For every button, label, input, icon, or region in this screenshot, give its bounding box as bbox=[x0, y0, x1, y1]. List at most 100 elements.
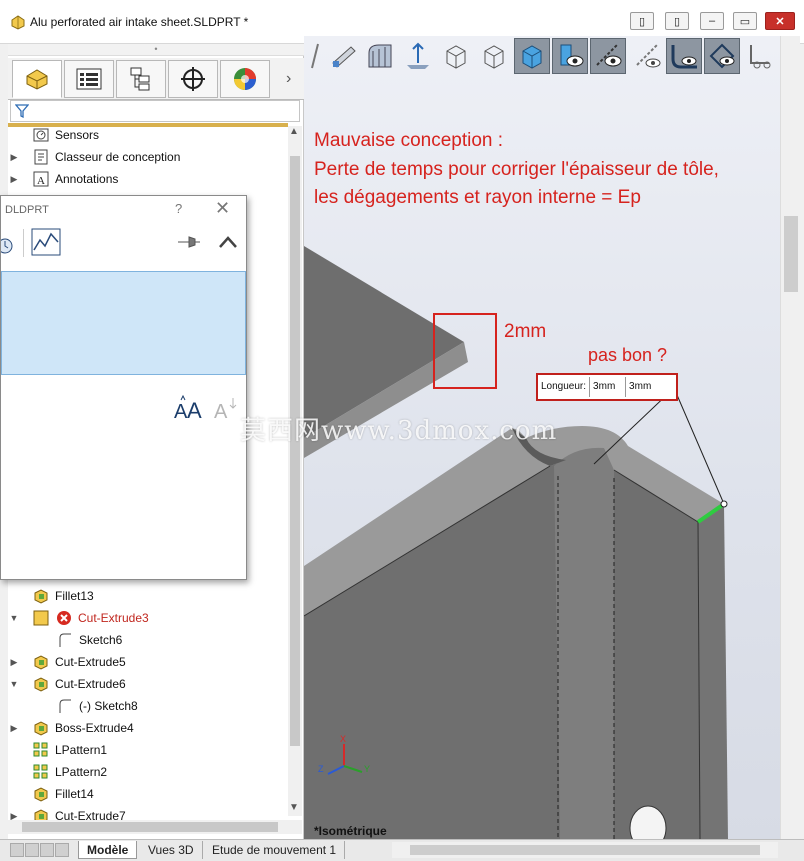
pattern-icon bbox=[32, 764, 50, 780]
expand-icon[interactable]: ▶ bbox=[8, 657, 20, 668]
viewport-vertical-scrollbar[interactable] bbox=[780, 36, 800, 839]
appearance-icon[interactable] bbox=[590, 38, 626, 74]
tree-item-label: Boss-Extrude4 bbox=[55, 721, 134, 735]
tree-filter-input[interactable] bbox=[10, 100, 300, 122]
scene-icon[interactable] bbox=[630, 38, 666, 74]
wireframe-icon[interactable] bbox=[476, 38, 512, 74]
expand-icon[interactable]: ▶ bbox=[8, 152, 20, 163]
dimension-value-1[interactable]: 3mm bbox=[590, 377, 627, 397]
panel-vertical-scrollbar[interactable]: ▲ ▼ bbox=[288, 126, 302, 816]
display-style-icon[interactable] bbox=[666, 38, 702, 74]
tree-item[interactable]: ▼ Cut-Extrude6 bbox=[8, 673, 288, 695]
tree-item-annotations[interactable]: ▶ A Annotations bbox=[8, 168, 288, 190]
tree-item-label: LPattern1 bbox=[55, 743, 108, 757]
minimize-button[interactable]: – bbox=[700, 12, 724, 30]
feature-icon bbox=[32, 720, 50, 736]
panel-grip[interactable]: • bbox=[8, 44, 304, 56]
tab-feature-manager[interactable] bbox=[12, 60, 62, 98]
previous-view-icon[interactable] bbox=[326, 38, 362, 74]
dimension-input-box[interactable]: Longueur: 3mm 3mm bbox=[536, 373, 678, 401]
panel-horizontal-scrollbar[interactable] bbox=[8, 820, 302, 834]
window-title: Alu perforated air intake sheet.SLDPRT * bbox=[30, 15, 249, 29]
section-view-icon[interactable] bbox=[362, 38, 398, 74]
chevron-up-icon[interactable] bbox=[217, 234, 239, 250]
decrease-font-icon[interactable]: A bbox=[213, 394, 243, 420]
watermark: 莫西网www.3dmox.com bbox=[240, 416, 558, 446]
dimension-value-2[interactable]: 3mm bbox=[626, 377, 654, 397]
tile-left-button[interactable]: ▯ bbox=[630, 12, 654, 30]
view-orientation-icon[interactable] bbox=[438, 38, 474, 74]
tree-item-label: Cut-Extrude6 bbox=[55, 677, 126, 691]
tree-item-label: Sketch6 bbox=[79, 633, 123, 647]
clock-icon[interactable] bbox=[1, 228, 19, 256]
scroll-thumb[interactable] bbox=[290, 156, 300, 746]
tab-property-manager[interactable] bbox=[64, 60, 114, 98]
tree-item-design-binder[interactable]: ▶ Classeur de conception bbox=[8, 146, 288, 168]
tree-item[interactable]: LPattern1 bbox=[8, 739, 288, 761]
scroll-down-icon[interactable]: ▼ bbox=[289, 802, 299, 813]
heads-up-toolbar bbox=[304, 36, 780, 76]
graph-icon[interactable] bbox=[31, 228, 61, 256]
chevron-right-icon[interactable]: › bbox=[286, 70, 291, 88]
tree-item-sensors[interactable]: Sensors bbox=[8, 124, 288, 146]
floating-dialog: DLDPRT ? ✕ A A A bbox=[0, 195, 247, 580]
expand-icon[interactable]: ▼ bbox=[8, 613, 20, 623]
tree-item[interactable]: Fillet14 bbox=[8, 783, 288, 805]
right-flange-face bbox=[698, 504, 728, 839]
sensor-icon bbox=[32, 127, 50, 143]
tree-item[interactable]: Fillet13 bbox=[8, 585, 288, 607]
tab-nav-buttons[interactable] bbox=[10, 843, 69, 857]
expand-icon[interactable]: ▶ bbox=[8, 723, 20, 734]
filter-icon bbox=[15, 104, 29, 118]
dialog-text-area[interactable] bbox=[1, 271, 246, 375]
tab-configuration-manager[interactable] bbox=[116, 60, 166, 98]
tree-item-label: LPattern2 bbox=[55, 765, 108, 779]
annotation-heading-line1: Mauvaise conception : bbox=[314, 130, 504, 151]
dialog-close-icon[interactable]: ✕ bbox=[215, 198, 230, 219]
scroll-thumb[interactable] bbox=[410, 845, 760, 855]
display-manager-icon bbox=[234, 68, 256, 90]
tile-right-button[interactable]: ▯ bbox=[665, 12, 689, 30]
tab-model[interactable]: Modèle bbox=[78, 841, 138, 859]
manager-tabs: › bbox=[8, 58, 304, 100]
tree-item[interactable]: ▶ Cut-Extrude5 bbox=[8, 651, 288, 673]
shaded-display-icon[interactable] bbox=[514, 38, 550, 74]
tree-item[interactable]: Sketch6 bbox=[8, 629, 288, 651]
hide-show-icon[interactable] bbox=[552, 38, 588, 74]
feature-icon bbox=[32, 786, 50, 802]
svg-text:A: A bbox=[187, 398, 202, 420]
scroll-thumb[interactable] bbox=[22, 822, 278, 832]
pin-icon[interactable] bbox=[177, 234, 201, 250]
crosshair-icon bbox=[181, 67, 205, 91]
maximize-button[interactable]: ▭ bbox=[733, 12, 757, 30]
scroll-up-icon[interactable]: ▲ bbox=[289, 126, 299, 137]
expand-icon[interactable]: ▶ bbox=[8, 174, 20, 185]
tree-item[interactable]: LPattern2 bbox=[8, 761, 288, 783]
tab-motion-study[interactable]: Etude de mouvement 1 bbox=[204, 841, 346, 859]
configuration-manager-icon bbox=[130, 67, 150, 91]
svg-text:X: X bbox=[340, 734, 346, 744]
tab-3d-views[interactable]: Vues 3D bbox=[140, 841, 203, 859]
tab-dimxpert-manager[interactable] bbox=[168, 60, 218, 98]
view-settings-icon[interactable] bbox=[704, 38, 740, 74]
tab-display-manager[interactable] bbox=[220, 60, 270, 98]
annotation-heading-line3: les dégagements et rayon interne = Ep bbox=[314, 187, 641, 208]
expand-icon[interactable]: ▼ bbox=[8, 679, 20, 689]
scroll-thumb[interactable] bbox=[784, 216, 798, 292]
viewport-horizontal-scrollbar[interactable] bbox=[392, 842, 778, 858]
tree-item[interactable]: ▼ Cut-Extrude3 bbox=[8, 607, 288, 629]
error-badge-icon bbox=[55, 610, 73, 626]
tree-item[interactable]: ▶ Boss-Extrude4 bbox=[8, 717, 288, 739]
increase-font-icon[interactable]: A A bbox=[173, 394, 203, 420]
bend-surface bbox=[554, 447, 614, 839]
tree-item[interactable]: (-) Sketch8 bbox=[8, 695, 288, 717]
lower-flange-side-face bbox=[304, 460, 700, 839]
view-orientation-label: *Isométrique bbox=[314, 824, 387, 838]
svg-text:A: A bbox=[37, 175, 45, 187]
display-pane-icon[interactable] bbox=[742, 38, 778, 74]
dynamic-annotation-icon[interactable] bbox=[400, 38, 436, 74]
svg-text:Z: Z bbox=[318, 764, 324, 774]
close-button[interactable]: ✕ bbox=[765, 12, 795, 30]
help-icon[interactable]: ? bbox=[175, 201, 182, 216]
solidworks-part-icon bbox=[11, 15, 25, 30]
